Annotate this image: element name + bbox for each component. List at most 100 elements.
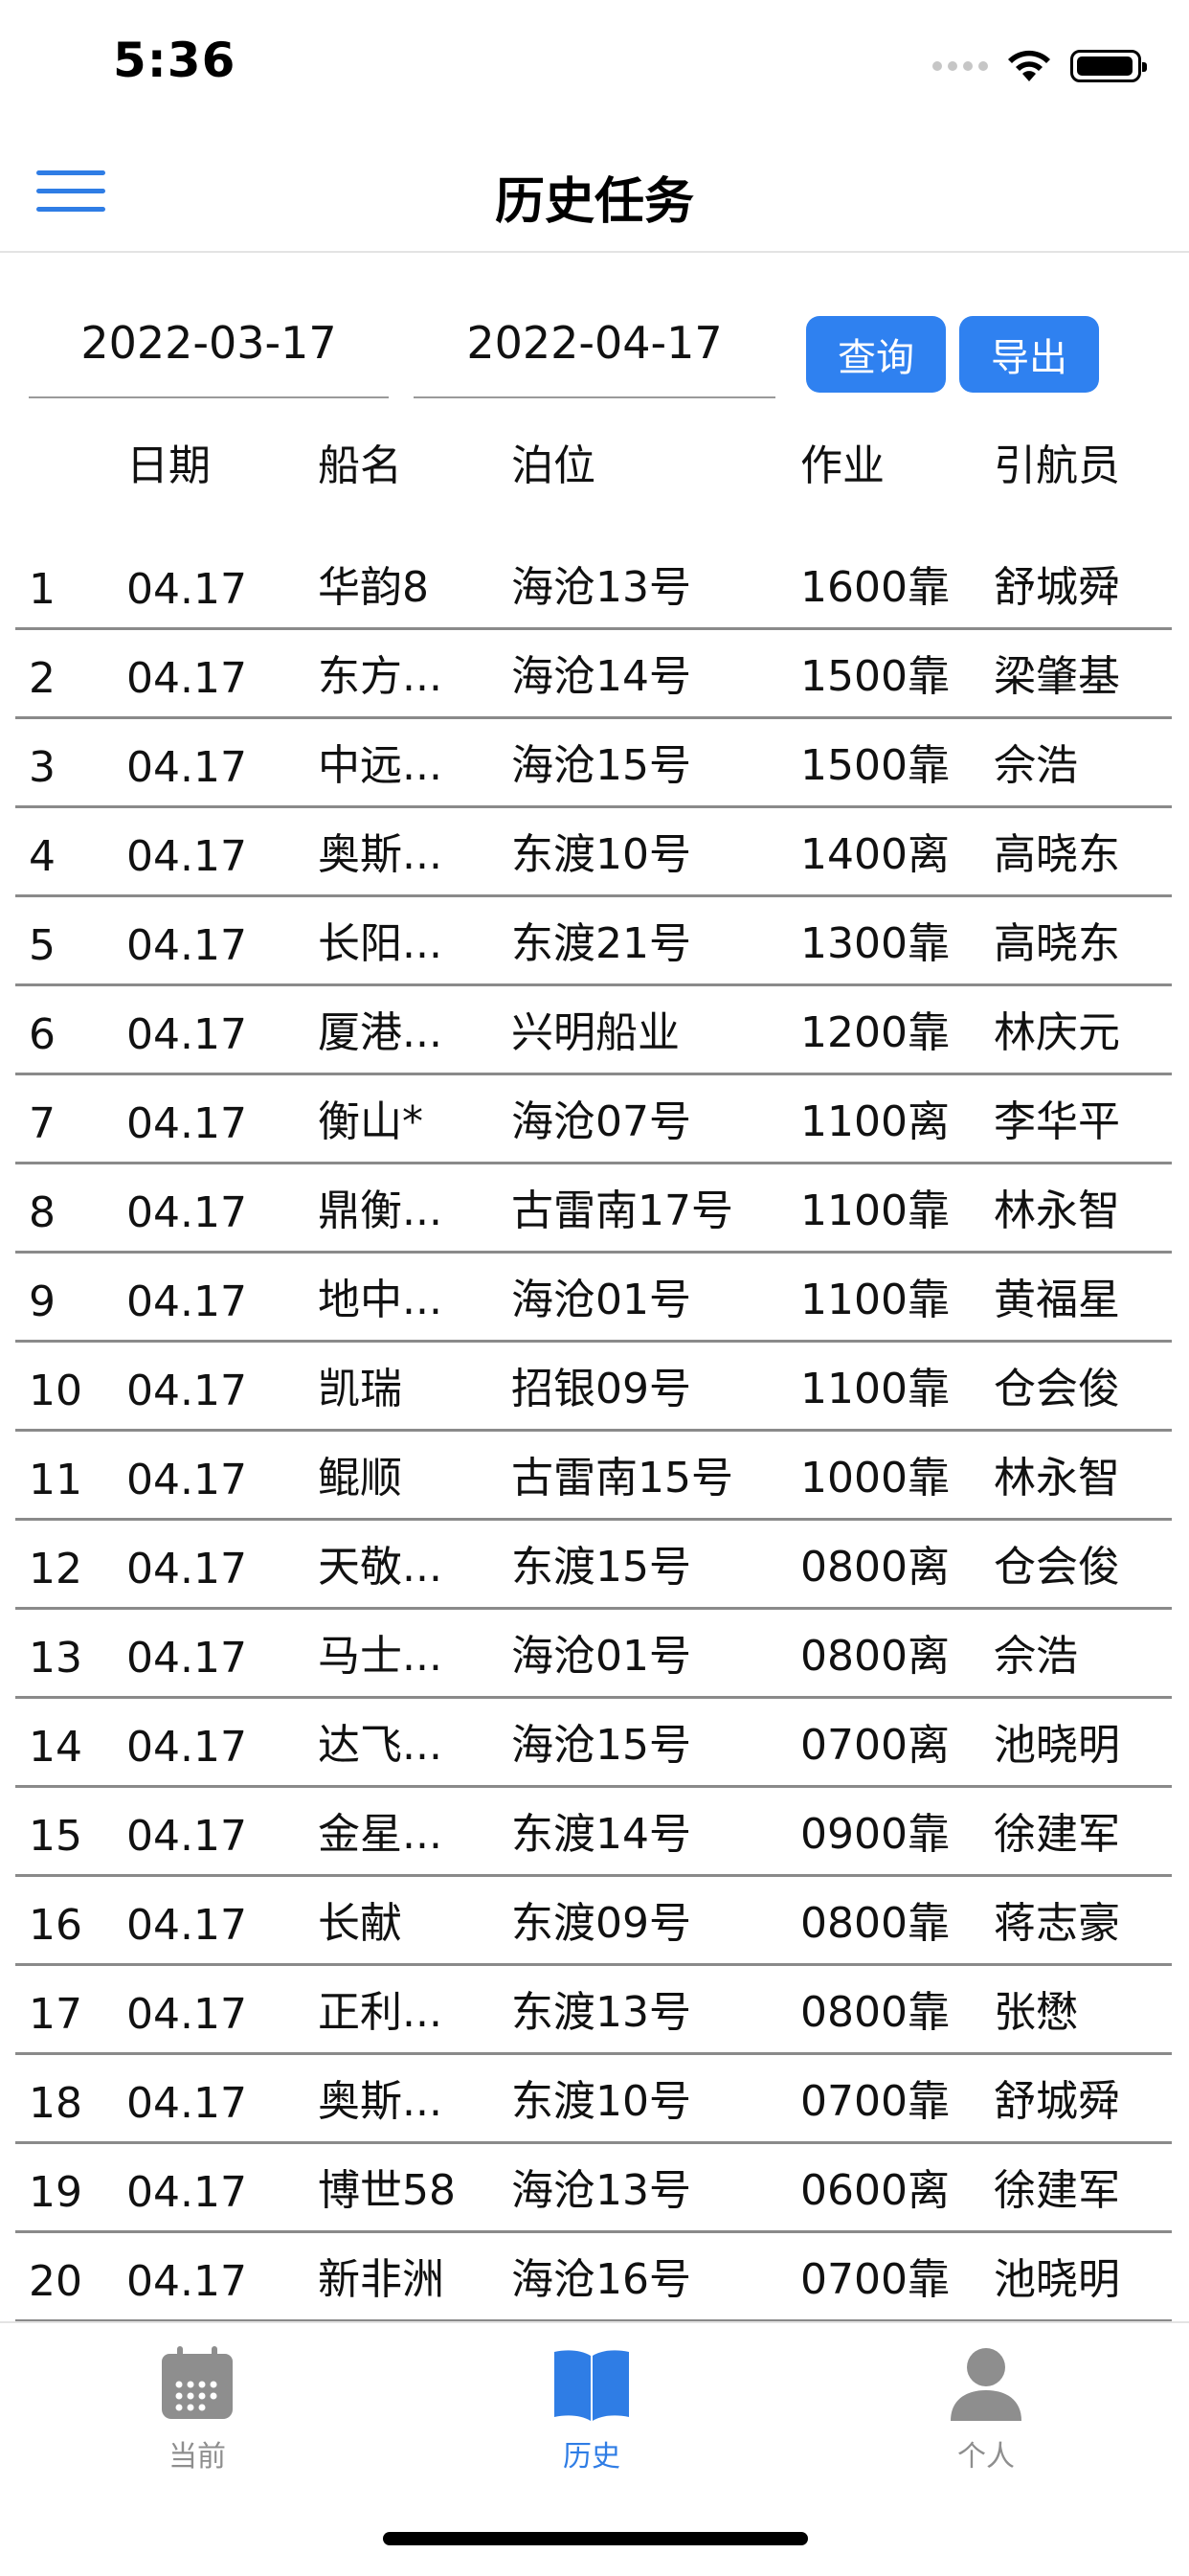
table-row[interactable]: 16 04.17 长献 东渡09号 0800靠 蒋志豪	[15, 1877, 1172, 1966]
cell-berth: 东渡14号	[511, 1810, 691, 1859]
table-row[interactable]: 6 04.17 厦港... 兴明船业 1200靠 林庆元	[15, 986, 1172, 1075]
cell-ship: 凯瑞	[318, 1365, 402, 1413]
table-row[interactable]: 2 04.17 东方... 海沧14号 1500靠 梁肇基	[15, 630, 1172, 719]
cell-pilot: 高晓东	[994, 830, 1120, 879]
cell-ship: 奥斯...	[318, 830, 442, 879]
home-indicator[interactable]	[383, 2532, 808, 2545]
cell-date: 04.17	[126, 1099, 247, 1148]
table-row[interactable]: 18 04.17 奥斯... 东渡10号 0700靠 舒城舜	[15, 2055, 1172, 2144]
cell-pilot: 黄福星	[994, 1276, 1120, 1324]
status-indicators	[932, 42, 1147, 90]
cell-index: 8	[29, 1188, 56, 1237]
end-date-field[interactable]	[414, 289, 775, 398]
cell-berth: 海沧01号	[511, 1632, 691, 1681]
cell-pilot: 佘浩	[994, 741, 1078, 790]
cell-index: 19	[29, 2168, 82, 2217]
cell-berth: 海沧01号	[511, 1276, 691, 1324]
cell-berth: 东渡10号	[511, 830, 691, 879]
table-row[interactable]: 17 04.17 正利... 东渡13号 0800靠 张懋	[15, 1966, 1172, 2055]
cell-date: 04.17	[126, 2257, 247, 2306]
table-row[interactable]: 9 04.17 地中... 海沧01号 1100靠 黄福星	[15, 1254, 1172, 1343]
table-row[interactable]: 1 04.17 华韵8 海沧13号 1600靠 舒城舜	[15, 515, 1172, 630]
cell-pilot: 仓会俊	[994, 1365, 1120, 1413]
cell-job: 0700靠	[800, 2077, 950, 2126]
export-button[interactable]: 导出	[959, 316, 1099, 393]
cell-job: 0800离	[800, 1543, 950, 1592]
cell-berth: 东渡15号	[511, 1543, 691, 1592]
cell-ship: 地中...	[318, 1276, 442, 1324]
cell-pilot: 梁肇基	[994, 652, 1120, 701]
start-date-field[interactable]	[29, 289, 389, 398]
table-row[interactable]: 14 04.17 达飞... 海沧15号 0700离 池晓明	[15, 1699, 1172, 1788]
status-bar: 5:36	[0, 0, 1189, 126]
cell-index: 17	[29, 1990, 82, 2039]
cell-date: 04.17	[126, 832, 247, 881]
cell-ship: 中远...	[318, 741, 442, 790]
cell-index: 14	[29, 1723, 82, 1772]
person-icon	[951, 2348, 1021, 2421]
table-row[interactable]: 5 04.17 长阳... 东渡21号 1300靠 高晓东	[15, 897, 1172, 986]
cell-index: 16	[29, 1901, 82, 1950]
cell-index: 3	[29, 743, 56, 792]
cell-pilot: 高晓东	[994, 919, 1120, 968]
header-berth: 泊位	[511, 441, 595, 490]
table-row[interactable]: 4 04.17 奥斯... 东渡10号 1400离 高晓东	[15, 808, 1172, 897]
cell-pilot: 池晓明	[994, 1721, 1120, 1770]
query-button[interactable]: 查询	[806, 316, 946, 393]
cell-ship: 长阳...	[318, 919, 442, 968]
cell-ship: 长献	[318, 1899, 402, 1948]
cell-date: 04.17	[126, 1545, 247, 1593]
cell-index: 2	[29, 654, 56, 703]
cell-date: 04.17	[126, 1188, 247, 1237]
cell-job: 0800靠	[800, 1988, 950, 2037]
cell-date: 04.17	[126, 1812, 247, 1861]
cell-pilot: 池晓明	[994, 2255, 1120, 2304]
tab-history[interactable]: 历史	[496, 2340, 687, 2474]
cell-ship: 奥斯...	[318, 2077, 442, 2126]
cell-index: 18	[29, 2079, 82, 2128]
table-row[interactable]: 8 04.17 鼎衡... 古雷南17号 1100靠 林永智	[15, 1164, 1172, 1254]
table-row[interactable]: 20 04.17 新非洲 海沧16号 0700靠 池晓明	[15, 2233, 1172, 2322]
table-row[interactable]: 7 04.17 衡山* 海沧07号 1100离 李华平	[15, 1075, 1172, 1164]
header-job: 作业	[800, 441, 885, 490]
cell-berth: 海沧07号	[511, 1097, 691, 1146]
cell-index: 1	[29, 565, 56, 614]
cell-date: 04.17	[126, 654, 247, 703]
table-row[interactable]: 13 04.17 马士... 海沧01号 0800离 佘浩	[15, 1610, 1172, 1699]
table-row[interactable]: 19 04.17 博世58 海沧13号 0600离 徐建军	[15, 2144, 1172, 2233]
cell-pilot: 舒城舜	[994, 563, 1120, 612]
tab-personal[interactable]: 个人	[890, 2340, 1082, 2474]
tab-personal-label: 个人	[957, 2440, 1015, 2474]
cell-job: 1100靠	[800, 1365, 950, 1413]
table-body: 1 04.17 华韵8 海沧13号 1600靠 舒城舜 2 04.17 东方... 海沧14号 15…	[15, 515, 1172, 2322]
cell-ship: 正利...	[318, 1988, 442, 2037]
cell-ship: 新非洲	[318, 2255, 444, 2304]
table-row[interactable]: 3 04.17 中远... 海沧15号 1500靠 佘浩	[15, 719, 1172, 808]
tab-current[interactable]: 当前	[101, 2340, 293, 2474]
signal-icon	[932, 61, 988, 71]
nav-bar: 历史任务	[0, 134, 1189, 253]
cell-pilot: 张懋	[994, 1988, 1078, 2037]
header-pilot: 引航员	[994, 441, 1120, 490]
cell-pilot: 舒城舜	[994, 2077, 1120, 2126]
cell-pilot: 仓会俊	[994, 1543, 1120, 1592]
table-row[interactable]: 12 04.17 天敬... 东渡15号 0800离 仓会俊	[15, 1521, 1172, 1610]
cell-date: 04.17	[126, 1901, 247, 1950]
status-time: 5:36	[113, 33, 236, 88]
cell-berth: 东渡13号	[511, 1988, 691, 2037]
cell-job: 1100离	[800, 1097, 950, 1146]
cell-ship: 天敬...	[318, 1543, 442, 1592]
cell-job: 1300靠	[800, 919, 950, 968]
cell-berth: 海沧15号	[511, 1721, 691, 1770]
table-row[interactable]: 15 04.17 金星... 东渡14号 0900靠 徐建军	[15, 1788, 1172, 1877]
header-ship: 船名	[318, 441, 402, 490]
header-date: 日期	[126, 441, 211, 490]
cell-date: 04.17	[126, 1723, 247, 1772]
table-row[interactable]: 10 04.17 凯瑞 招银09号 1100靠 仓会俊	[15, 1343, 1172, 1432]
cell-job: 1100靠	[800, 1276, 950, 1324]
cell-index: 20	[29, 2257, 82, 2306]
table-row[interactable]: 11 04.17 鲲顺 古雷南15号 1000靠 林永智	[15, 1432, 1172, 1521]
cell-ship: 金星...	[318, 1810, 442, 1859]
cell-job: 0800离	[800, 1632, 950, 1681]
cell-date: 04.17	[126, 1634, 247, 1683]
